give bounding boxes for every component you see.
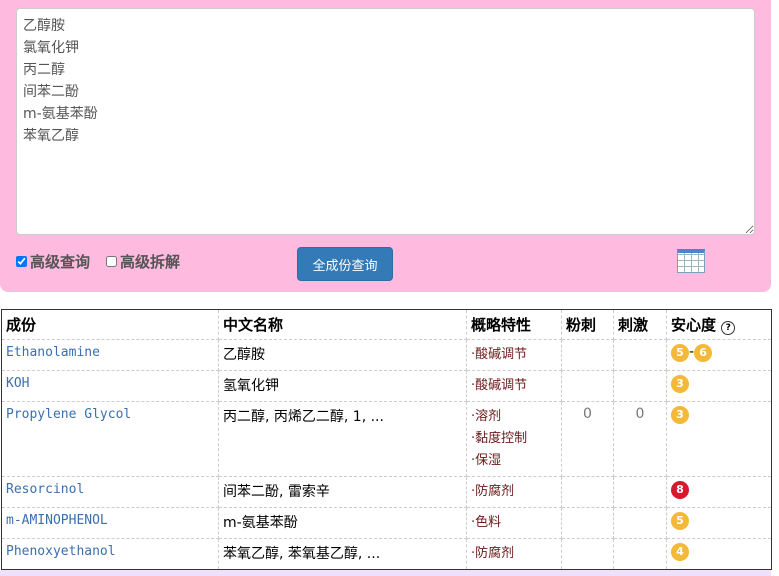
ingredient-table: 成份 中文名称 概略特性 粉刺 刺激 安心度 ? Ethanolamine 乙醇… [1,309,772,570]
safety-cell: 3 [666,401,772,477]
property-tag: ·防腐剂 [471,546,515,561]
irritant-value [613,538,667,570]
acne-value [561,507,614,539]
ingredient-input[interactable]: 乙醇胺 氯氧化钾 丙二醇 间苯二酚 m-氨基苯酚 苯氧乙醇 [16,8,755,235]
header-cn-name: 中文名称 [218,309,467,340]
safety-badge: 5 [671,344,689,362]
acne-value: 0 [561,401,614,477]
cn-name: 苯氧乙醇, 苯氧基乙醇, ... [218,538,467,570]
table-row: Propylene Glycol 丙二醇, 丙烯乙二醇, 1, ... ·溶剂 ·… [1,401,772,477]
acne-value [561,370,614,402]
table-row: KOH 氢氧化钾 ·酸碱调节 3 [1,370,772,402]
help-icon[interactable]: ? [721,321,736,335]
header-safety-label: 安心度 [671,316,717,334]
cn-name: 氢氧化钾 [218,370,467,402]
header-acne: 粉刺 [561,309,614,340]
property-tag: ·酸碱调节 [471,347,528,362]
safety-badge: 5 [671,512,689,530]
property-tag: ·黏度控制 [471,431,528,446]
safety-badge: 3 [671,406,689,424]
advanced-split-checkbox[interactable]: 高级拆解 [106,251,180,272]
property-tag: ·酸碱调节 [471,378,528,393]
ingredient-link[interactable]: Phenoxyethanol [6,544,116,559]
irritant-value [613,339,667,371]
header-safety: 安心度 ? [666,309,772,340]
full-query-button[interactable]: 全成份查询 [297,247,393,281]
acne-value [561,476,614,508]
safety-cell: 4 [666,538,772,570]
cn-name: 丙二醇, 丙烯乙二醇, 1, ... [218,401,467,477]
property-tag: ·保湿 [471,453,502,468]
properties: ·防腐剂 [466,476,562,508]
property-tag: ·溶剂 [471,409,502,424]
advanced-split-label: 高级拆解 [120,253,181,271]
safety-cell: 3 [666,370,772,402]
ingredient-link[interactable]: Ethanolamine [6,345,100,360]
properties: ·色料 [466,507,562,539]
safety-badge: 6 [694,344,713,362]
safety-cell: 5-6 [666,339,772,371]
safety-badge: 3 [671,375,689,393]
cn-name: m-氨基苯酚 [218,507,467,539]
ingredient-link[interactable]: Resorcinol [6,482,84,497]
ingredient-link[interactable]: m-AMINOPHENOL [6,513,108,528]
table-row: Resorcinol 间苯二酚, 雷索辛 ·防腐剂 8 [1,476,772,508]
irritant-value [613,507,667,539]
properties: ·酸碱调节 [466,370,562,402]
safety-badge: 4 [671,543,689,561]
header-irritant: 刺激 [613,309,667,340]
advanced-query-label: 高级查询 [30,253,91,271]
irritant-value: 0 [613,401,667,477]
acne-value [561,339,614,371]
header-ingredient: 成份 [1,309,219,340]
property-tag: ·防腐剂 [471,484,515,499]
safety-cell: 8 [666,476,772,508]
header-properties: 概略特性 [466,309,562,340]
table-row: Ethanolamine 乙醇胺 ·酸碱调节 5-6 [1,339,772,371]
property-tag: ·色料 [471,515,502,530]
irritant-value [613,476,667,508]
cn-name: 间苯二酚, 雷索辛 [218,476,467,508]
properties: ·溶剂 ·黏度控制 ·保湿 [466,401,562,477]
table-row: m-AMINOPHENOL m-氨基苯酚 ·色料 5 [1,507,772,539]
properties: ·酸碱调节 [466,339,562,371]
query-panel: 乙醇胺 氯氧化钾 丙二醇 间苯二酚 m-氨基苯酚 苯氧乙醇 高级查询 高级拆解 … [0,0,771,292]
ingredient-link[interactable]: Propylene Glycol [6,407,131,422]
safety-badge: 8 [671,481,689,499]
table-view-icon[interactable] [677,249,705,273]
footer-strip [0,570,771,576]
properties: ·防腐剂 [466,538,562,570]
safety-cell: 5 [666,507,772,539]
advanced-query-checkbox[interactable]: 高级查询 [16,251,90,272]
table-row: Phenoxyethanol 苯氧乙醇, 苯氧基乙醇, ... ·防腐剂 4 [1,538,772,570]
cn-name: 乙醇胺 [218,339,467,371]
ingredient-link[interactable]: KOH [6,376,29,391]
irritant-value [613,370,667,402]
acne-value [561,538,614,570]
